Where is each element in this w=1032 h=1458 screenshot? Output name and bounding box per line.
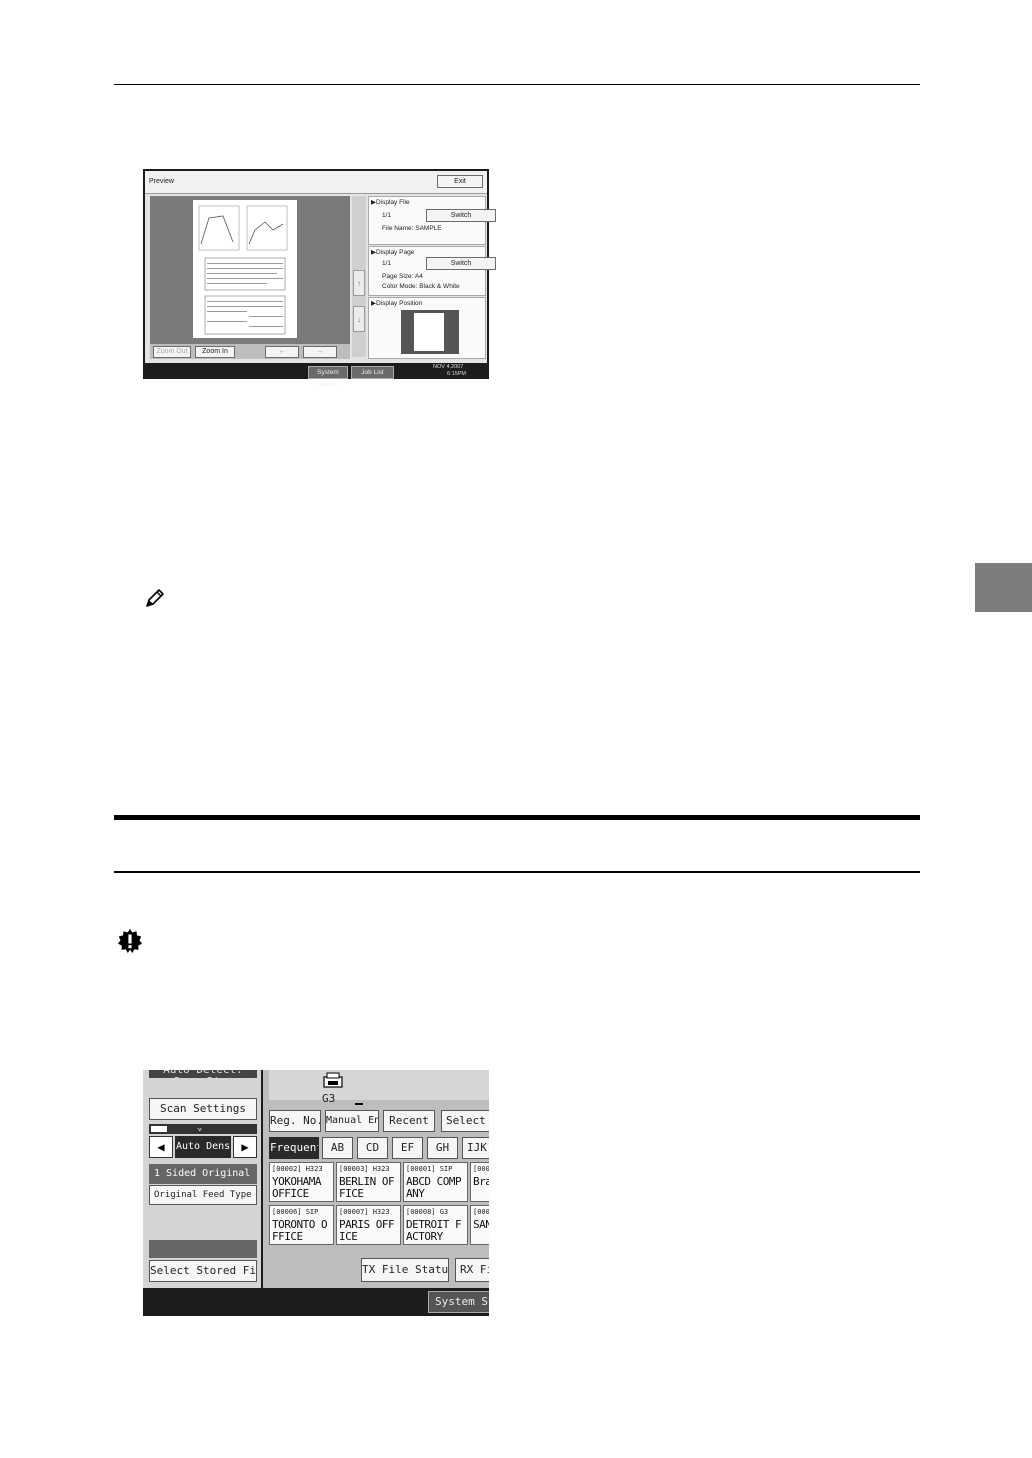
- scroll-down-button[interactable]: ↓: [353, 306, 365, 332]
- position-indicator: [414, 313, 444, 351]
- fax-left-panel: Auto Detect: Same Size Scan Settings ⌄ ◀…: [143, 1070, 261, 1288]
- destination-key[interactable]: [00008] G3 DETROIT FACTORY: [403, 1205, 468, 1245]
- preview-viewer: [150, 196, 350, 344]
- next-arrow-button[interactable]: →: [303, 346, 337, 358]
- preview-titlebar: Preview Exit: [145, 171, 487, 194]
- color-mode-line: Color Mode: Black & White: [382, 283, 460, 290]
- preview-panel: Preview Exit ↑ ↓ Zoom Out Zoom In ← → ▶D…: [145, 171, 496, 363]
- select-line-button[interactable]: Select Line: [441, 1110, 489, 1132]
- display-file-section: ▶Display File 1/1 File Name: SAMPLE Swit…: [368, 196, 496, 245]
- display-file-count: 1/1: [382, 212, 392, 219]
- display-page-count: 1/1: [382, 260, 392, 267]
- page-size-line: Page Size: A4: [382, 273, 423, 280]
- switch-page-button[interactable]: Switch: [426, 257, 496, 270]
- auto-detect-text: Auto Detect: Same Size: [149, 1070, 257, 1078]
- destination-key[interactable]: [0000SANSCO: [470, 1205, 489, 1245]
- line-mode-text: G3: [322, 1092, 336, 1105]
- time-text: 6:15PM: [447, 371, 466, 377]
- index-tab-ijk[interactable]: IJK: [462, 1137, 489, 1159]
- display-page-section: ▶Display Page 1/1 Page Size: A4 Color Mo…: [368, 246, 496, 296]
- display-file-heading: ▶Display File: [371, 199, 410, 206]
- input-cursor: [355, 1103, 363, 1105]
- previous-arrow-button[interactable]: ←: [265, 346, 299, 358]
- manual-entry-button[interactable]: Manual Entry: [325, 1110, 379, 1132]
- zoom-in-button[interactable]: Zoom In: [195, 346, 235, 358]
- fax-status-bar: System Statu: [143, 1288, 489, 1316]
- zoom-bar: Zoom Out Zoom In ← →: [150, 344, 350, 359]
- tx-file-status-button[interactable]: TX File Status: [361, 1258, 449, 1282]
- index-tab-frequent[interactable]: Frequent: [269, 1137, 319, 1159]
- file-name-line: File Name: SAMPLE: [382, 225, 442, 232]
- fax-right-panel: G3 Reg. No. Manual Entry Recent Select L…: [263, 1070, 489, 1288]
- rx-file-status-button[interactable]: RX Fi: [455, 1258, 489, 1282]
- auto-density-button[interactable]: Auto Density: [175, 1136, 231, 1158]
- file-name-value: SAMPLE: [415, 225, 442, 232]
- section-rule-thick: [114, 815, 920, 820]
- destination-key[interactable]: [00001] SIP ABCD COMPANY: [403, 1162, 468, 1202]
- select-stored-file-button[interactable]: Select Stored File: [149, 1260, 257, 1282]
- zoom-out-button[interactable]: Zoom Out: [153, 346, 191, 358]
- exit-button[interactable]: Exit: [437, 175, 483, 188]
- fax-machine-icon: [323, 1072, 343, 1088]
- preview-status-bar: System Status Job List NOV 4,2007 6:15PM: [143, 363, 489, 388]
- recent-button[interactable]: Recent: [383, 1110, 435, 1132]
- destination-key[interactable]: [00002] H323 YOKOHAMA OFFICE: [269, 1162, 334, 1202]
- density-scale: ⌄: [149, 1123, 257, 1134]
- destination-entry-area: G3: [269, 1070, 489, 1105]
- density-darker-button[interactable]: ▶: [233, 1136, 257, 1158]
- date-text: NOV 4,2007: [433, 364, 464, 370]
- chapter-tab: [975, 563, 1032, 612]
- reg-no-button[interactable]: Reg. No.: [269, 1110, 321, 1132]
- switch-file-button[interactable]: Switch: [426, 209, 496, 222]
- fax-system-status-button[interactable]: System Statu: [428, 1291, 489, 1313]
- index-tab-ef[interactable]: EF: [392, 1137, 423, 1159]
- destination-key[interactable]: [00003] H323 BERLIN OFFICE: [336, 1162, 401, 1202]
- note-pencil-icon: [146, 589, 164, 607]
- display-position-heading: ▶Display Position: [371, 300, 423, 307]
- stored-file-indicator: [149, 1240, 257, 1258]
- position-map[interactable]: [401, 310, 459, 354]
- index-tab-cd[interactable]: CD: [357, 1137, 388, 1159]
- preview-scrollbar: ↑ ↓: [352, 196, 366, 357]
- job-list-button[interactable]: Job List: [351, 366, 394, 379]
- index-tab-gh[interactable]: GH: [427, 1137, 458, 1159]
- preview-title: Preview: [149, 178, 174, 185]
- scroll-up-button[interactable]: ↑: [353, 270, 365, 296]
- display-page-heading: ▶Display Page: [371, 249, 415, 256]
- system-status-button[interactable]: System Status: [308, 366, 348, 388]
- original-feed-type-button[interactable]: Original Feed Type ▣: [149, 1185, 257, 1205]
- destination-key[interactable]: [00006] SIP TORONTO OFFICE: [269, 1205, 334, 1245]
- index-tab-ab[interactable]: AB: [322, 1137, 353, 1159]
- header-rule: [114, 84, 920, 85]
- fax-screen: Auto Detect: Same Size Scan Settings ⌄ ◀…: [143, 1070, 489, 1316]
- density-marker-icon: ⌄: [197, 1123, 203, 1133]
- scan-settings-button[interactable]: Scan Settings: [149, 1098, 257, 1120]
- destination-key[interactable]: [00007] H323 PARIS OFFICE: [336, 1205, 401, 1245]
- section-rule-thin: [114, 871, 920, 873]
- date-time: NOV 4,2007 6:15PM: [433, 364, 466, 378]
- density-lighter-button[interactable]: ◀: [149, 1136, 173, 1158]
- sided-original-icon: ▣: [256, 1168, 257, 1179]
- preview-screen: Preview Exit ↑ ↓ Zoom Out Zoom In ← → ▶D…: [143, 169, 496, 388]
- sided-original-button[interactable]: 1 Sided Original ▣: [149, 1164, 257, 1184]
- document-graphic: [198, 205, 288, 335]
- destination-key[interactable]: [0000Bra: [470, 1162, 489, 1202]
- display-position-section: ▶Display Position: [368, 297, 486, 359]
- document-thumbnail: [193, 200, 297, 338]
- important-icon: [118, 929, 142, 953]
